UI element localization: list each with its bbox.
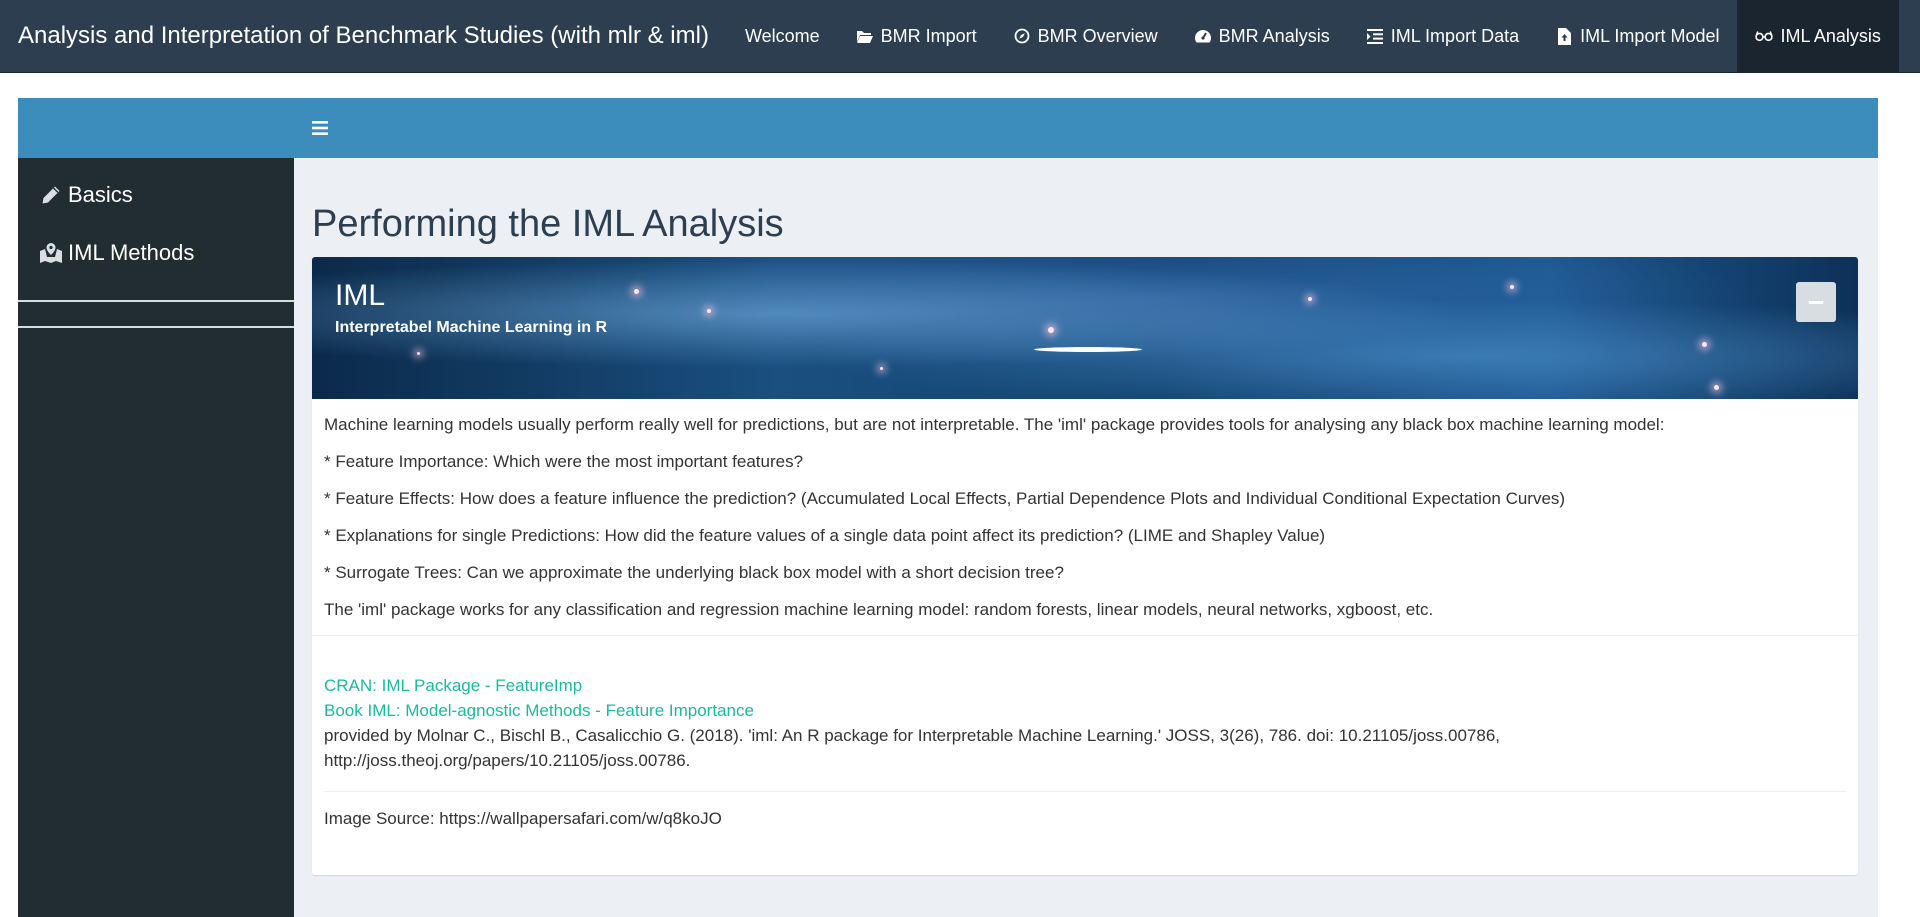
tachometer-icon: [1194, 27, 1212, 45]
app-title: Analysis and Interpretation of Benchmark…: [18, 22, 709, 49]
references: CRAN: IML Package - FeatureImp Book IML:…: [312, 636, 1858, 773]
nav-tab-label: BMR Overview: [1037, 25, 1158, 46]
iml-info-box: IML Interpretabel Machine Learning in R …: [312, 257, 1858, 875]
compass-icon: [1013, 27, 1031, 45]
nav-tab-iml-import-data[interactable]: IML Import Data: [1348, 0, 1537, 72]
paragraph: * Surrogate Trees: Can we approximate th…: [324, 563, 1064, 582]
nav-tab-label: IML Analysis: [1780, 25, 1881, 46]
banner-star: [417, 352, 420, 355]
nav-tab-label: BMR Import: [880, 25, 977, 46]
banner-star: [634, 289, 639, 294]
box-body: Machine learning models usually perform …: [312, 399, 1858, 621]
banner-star: [1714, 385, 1719, 390]
app-frame: Basics IML Methods Performing the IML An…: [18, 98, 1878, 917]
nav-tab-bmr-import[interactable]: BMR Import: [838, 0, 995, 72]
banner-star: [1308, 297, 1312, 301]
paragraph: Machine learning models usually perform …: [324, 415, 1665, 434]
nav-tab-welcome[interactable]: Welcome: [727, 0, 838, 72]
nav-tab-label: Welcome: [744, 25, 820, 46]
box-title: IML: [335, 279, 386, 312]
sidebar-item-iml-methods[interactable]: IML Methods: [18, 224, 294, 282]
paragraph: The 'iml' package works for any classifi…: [324, 600, 1434, 619]
glasses-icon: [1755, 27, 1774, 45]
pencil-icon: [38, 185, 64, 205]
nav-tabs: Welcome BMR Import BMR Overview BMR Anal…: [727, 0, 1899, 72]
sidebar-header: [18, 98, 294, 158]
sidebar-item-label: Basics: [68, 182, 133, 207]
banner-star: [1510, 285, 1514, 289]
image-source: Image Source: https://wallpapersafari.co…: [324, 809, 722, 828]
box-subtitle: Interpretabel Machine Learning in R: [335, 319, 608, 336]
nav-tab-iml-import-model[interactable]: IML Import Model: [1537, 0, 1737, 72]
collapse-button[interactable]: [1796, 282, 1836, 322]
folder-open-icon: [856, 27, 874, 45]
sidebar-toggle-icon[interactable]: [312, 115, 328, 141]
page-title: Performing the IML Analysis: [312, 203, 784, 245]
nav-tab-iml-analysis[interactable]: IML Analysis: [1737, 0, 1899, 72]
list-indent-icon: [1366, 27, 1384, 45]
sidebar-divider: [18, 300, 294, 302]
banner-light-streak: [1034, 347, 1142, 352]
banner-star: [1702, 342, 1707, 347]
paragraph: * Feature Importance: Which were the mos…: [324, 452, 804, 471]
sidebar-item-basics[interactable]: Basics: [18, 166, 294, 224]
sidebar-item-label: IML Methods: [68, 240, 195, 265]
citation-text: provided by Molnar C., Bischl B., Casali…: [324, 726, 1501, 770]
banner-star: [880, 367, 883, 370]
minus-icon: [1809, 300, 1823, 304]
banner-star: [707, 309, 711, 313]
nav-tab-label: IML Import Data: [1390, 25, 1520, 46]
box-banner: IML Interpretabel Machine Learning in R: [312, 257, 1858, 399]
top-navbar: Analysis and Interpretation of Benchmark…: [0, 0, 1920, 73]
file-upload-icon: [1555, 27, 1573, 45]
banner-star: [1048, 327, 1054, 333]
paragraph: * Feature Effects: How does a feature in…: [324, 489, 1566, 508]
nav-tab-bmr-overview[interactable]: BMR Overview: [995, 0, 1176, 72]
map-marked-icon: [38, 243, 64, 263]
nav-tab-label: BMR Analysis: [1218, 25, 1330, 46]
main-header: [294, 98, 1878, 158]
main-content: Performing the IML Analysis IML Interpre…: [294, 98, 1878, 917]
paragraph: * Explanations for single Predictions: H…: [324, 526, 1326, 545]
nav-tab-bmr-analysis[interactable]: BMR Analysis: [1176, 0, 1348, 72]
sidebar: Basics IML Methods: [18, 98, 294, 917]
sidebar-divider: [18, 326, 294, 328]
cran-link[interactable]: CRAN: IML Package - FeatureImp: [324, 673, 1846, 698]
nav-tab-label: IML Import Model: [1580, 25, 1720, 46]
book-link[interactable]: Book IML: Model-agnostic Methods - Featu…: [324, 698, 1846, 723]
